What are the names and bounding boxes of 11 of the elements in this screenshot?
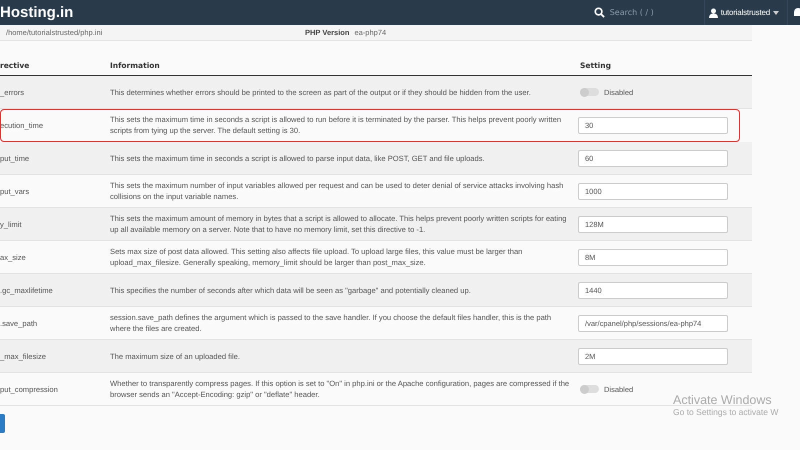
bell-icon[interactable] xyxy=(794,6,800,18)
apply-button[interactable] xyxy=(0,414,5,433)
caret-icon xyxy=(773,10,779,14)
toggle-switch[interactable] xyxy=(580,88,599,96)
activation-title: Activate Windows xyxy=(673,393,773,407)
logo-text[interactable]: Hosting.in xyxy=(0,4,74,21)
search-icon xyxy=(594,7,605,18)
activation-text: Go to Settings to activate W xyxy=(673,407,780,417)
toggle-switch[interactable] xyxy=(580,385,599,393)
search-field[interactable]: Search ( / ) xyxy=(610,8,680,17)
person-icon xyxy=(708,8,718,18)
